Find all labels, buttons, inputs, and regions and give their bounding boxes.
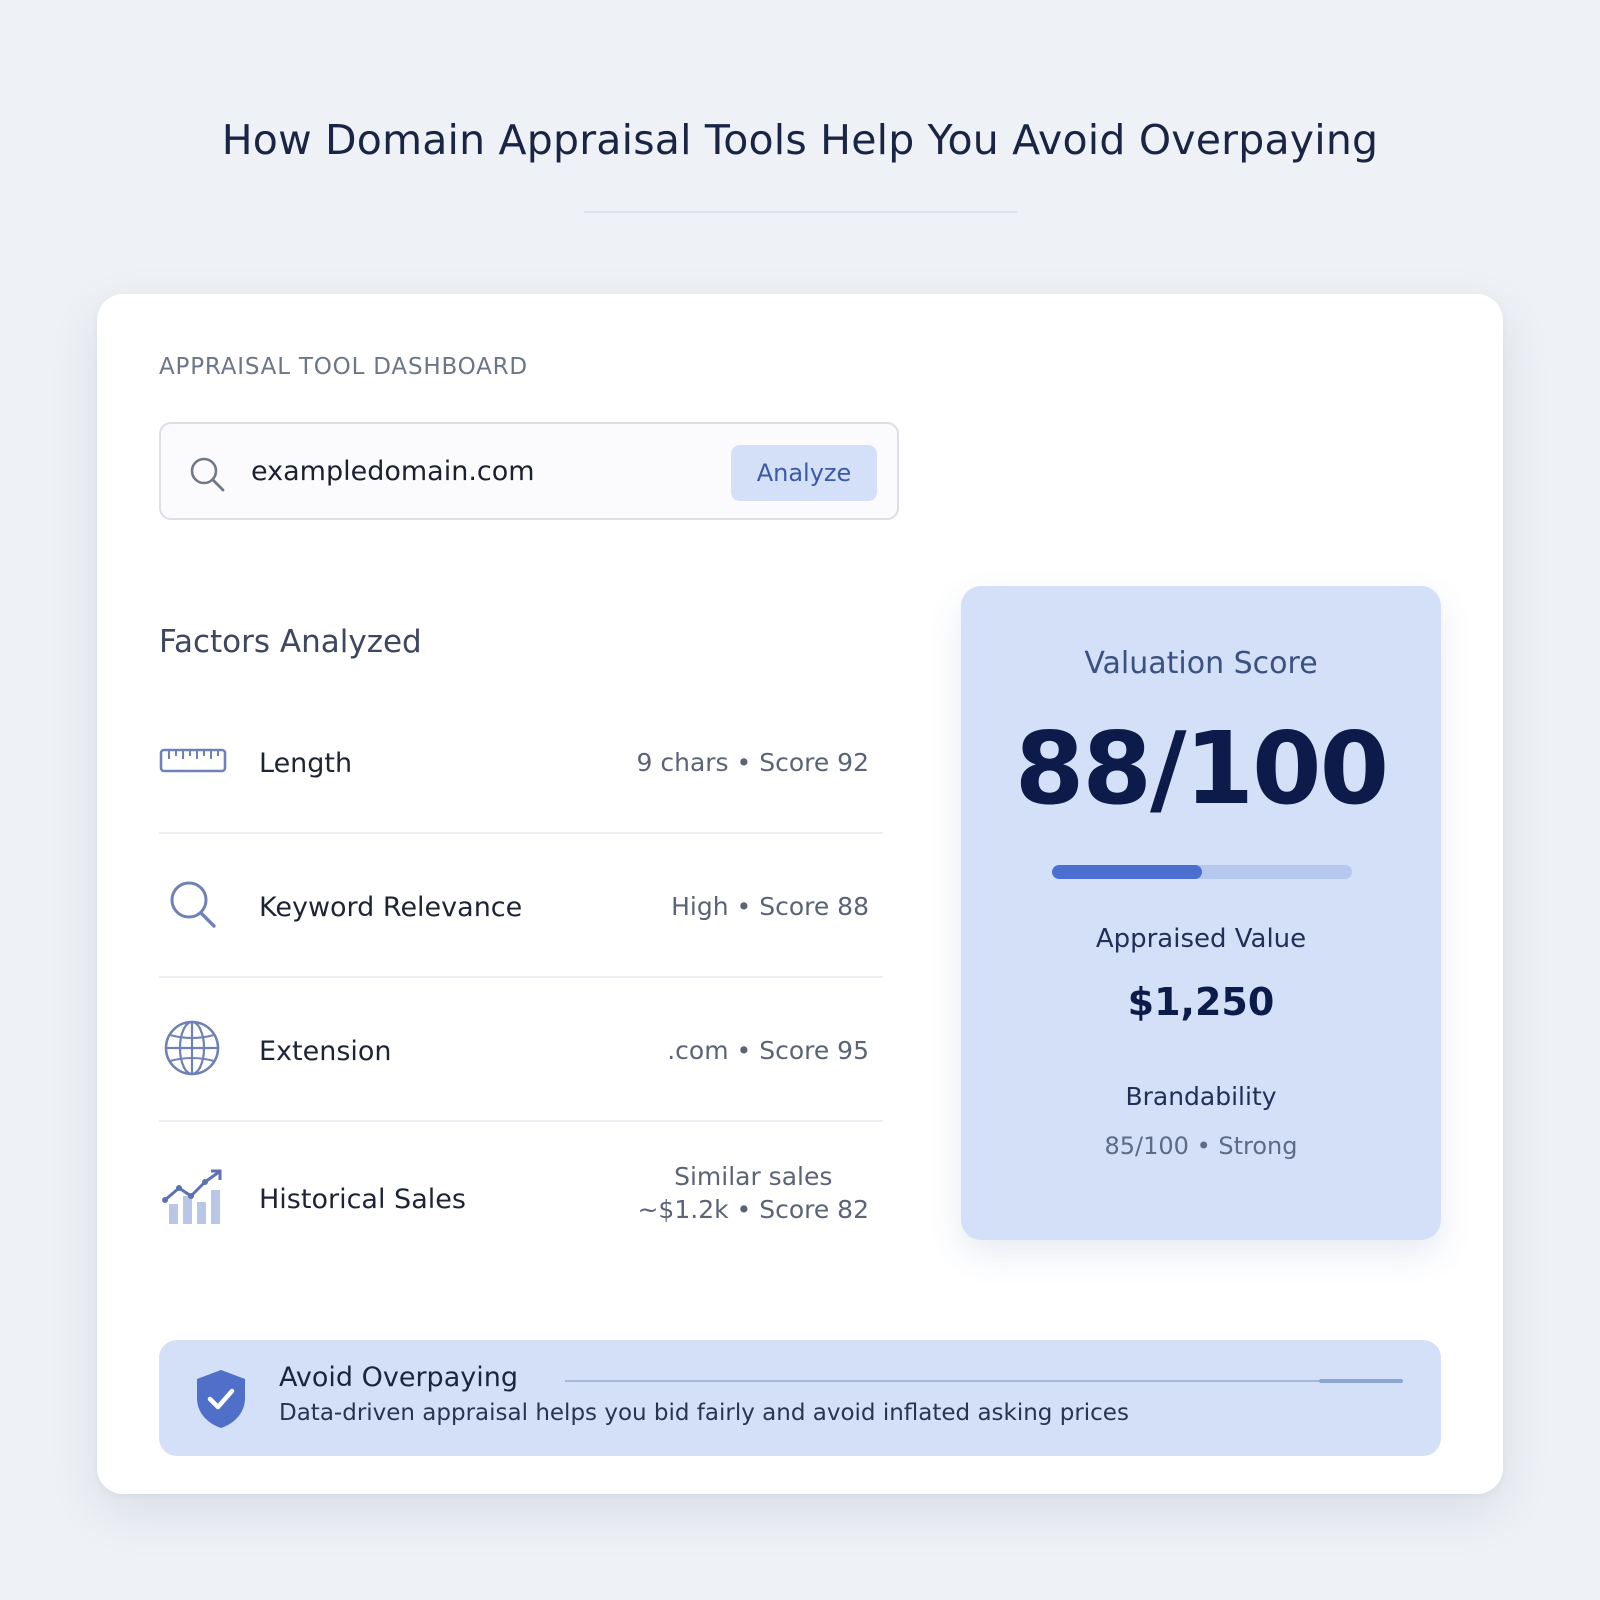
banner-divider: [565, 1380, 1363, 1382]
brandability-value: 85/100 • Strong: [1104, 1132, 1298, 1160]
factor-name: Extension: [259, 1036, 392, 1067]
shield-check-icon: [197, 1370, 245, 1428]
factor-row-keyword-relevance: Keyword Relevance High • Score 88: [159, 834, 883, 978]
factors-title: Factors Analyzed: [159, 624, 422, 660]
analyze-button[interactable]: Analyze: [731, 445, 877, 501]
domain-search-input[interactable]: [251, 448, 691, 494]
factor-value: .com • Score 95: [667, 1036, 869, 1065]
valuation-score-panel: Valuation Score 88/100 Appraised Value $…: [961, 586, 1441, 1240]
banner-divider-accent: [1319, 1379, 1403, 1383]
appraised-value-label: Appraised Value: [1095, 924, 1307, 954]
factor-row-length: Length 9 chars • Score 92: [159, 690, 883, 834]
factor-row-extension: Extension .com • Score 95: [159, 978, 883, 1122]
factor-name: Keyword Relevance: [259, 892, 523, 923]
globe-icon: [164, 1020, 220, 1076]
factor-name: Historical Sales: [259, 1184, 466, 1215]
trending-chart-icon: [162, 1169, 222, 1224]
dashboard-label: APPRAISAL TOOL DASHBOARD: [159, 354, 528, 380]
dashboard-card: APPRAISAL TOOL DASHBOARD Analyze Factors…: [97, 294, 1503, 1494]
factor-name: Length: [259, 748, 353, 779]
search-icon: [170, 881, 216, 928]
factor-value: 9 chars • Score 92: [636, 748, 869, 777]
title-divider: [584, 211, 1018, 213]
valuation-score-value: 88/100: [1014, 710, 1389, 827]
banner-title: Avoid Overpaying: [279, 1362, 518, 1393]
valuation-score-label: Valuation Score: [1084, 646, 1318, 681]
appraised-value: $1,250: [1127, 980, 1275, 1024]
factor-value-line: Similar sales: [674, 1162, 833, 1191]
page-title: How Domain Appraisal Tools Help You Avoi…: [221, 116, 1379, 164]
ruler-icon: [159, 748, 227, 773]
search-bar: Analyze: [159, 422, 899, 520]
factor-value: Similar sales ~$1.2k • Score 82: [637, 1160, 869, 1226]
search-icon: [190, 457, 225, 492]
factor-value-line: ~$1.2k • Score 82: [637, 1195, 869, 1224]
avoid-overpaying-banner: Avoid Overpaying Data-driven appraisal h…: [159, 1340, 1441, 1456]
factor-value: High • Score 88: [671, 892, 869, 921]
brandability-label: Brandability: [1125, 1082, 1277, 1111]
score-progress-fill: [1052, 865, 1202, 879]
factor-row-historical-sales: Historical Sales Similar sales ~$1.2k • …: [159, 1122, 883, 1266]
score-progress-bar: [1052, 865, 1352, 879]
banner-text: Data-driven appraisal helps you bid fair…: [279, 1400, 1129, 1426]
